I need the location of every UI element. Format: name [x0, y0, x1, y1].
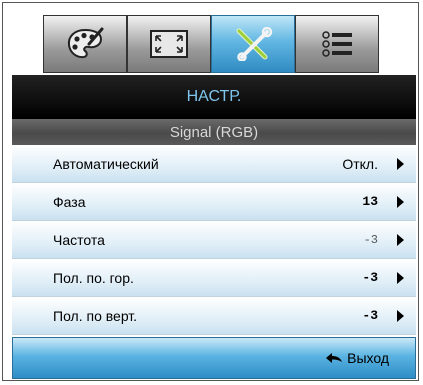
list-icon — [316, 26, 358, 62]
tab-options[interactable] — [295, 15, 379, 73]
tab-setup[interactable] — [211, 15, 295, 73]
menu-item-label: Пол. по верт. — [53, 307, 138, 324]
osd-menu-window: НАСТР. Signal (RGB) Автоматический Откл.… — [2, 2, 419, 381]
tab-display[interactable] — [127, 15, 211, 73]
menu-item-value: Откл. — [342, 155, 378, 172]
footer-bar: Выход — [12, 337, 416, 379]
menu-item-h-position[interactable]: Пол. по. гор. -3 — [12, 259, 416, 297]
menu-item-value: -3 — [363, 232, 378, 247]
arrow-right-icon[interactable] — [397, 233, 404, 246]
arrow-right-icon[interactable] — [397, 157, 404, 170]
menu-item-v-position[interactable]: Пол. по верт. -3 — [12, 297, 416, 335]
menu-item-label: Частота — [53, 231, 105, 248]
arrow-right-icon[interactable] — [397, 195, 404, 208]
submenu-title: Signal (RGB) — [12, 119, 416, 145]
menu-item-phase[interactable]: Фаза 13 — [12, 183, 416, 221]
menu-item-auto[interactable]: Автоматический Откл. — [12, 145, 416, 183]
menu-item-value: -3 — [362, 270, 378, 285]
palette-icon — [64, 26, 106, 62]
settings-list: Автоматический Откл. Фаза 13 Частота -3 … — [12, 145, 416, 335]
menu-item-label: Фаза — [53, 193, 86, 210]
tab-picture[interactable] — [43, 15, 127, 73]
tab-bar — [43, 15, 383, 75]
menu-item-value: 13 — [362, 194, 378, 209]
menu-item-value: -3 — [362, 308, 378, 323]
return-arrow-icon — [326, 353, 343, 363]
arrow-right-icon[interactable] — [397, 309, 404, 322]
arrow-right-icon[interactable] — [397, 271, 404, 284]
menu-title: НАСТР. — [12, 75, 416, 119]
menu-item-label: Пол. по. гор. — [53, 269, 134, 286]
menu-item-label: Автоматический — [53, 155, 159, 172]
tools-icon — [232, 26, 274, 62]
menu-item-frequency[interactable]: Частота -3 — [12, 221, 416, 259]
screen-icon — [148, 26, 190, 62]
exit-button[interactable]: Выход — [325, 350, 389, 366]
exit-label: Выход — [347, 350, 389, 366]
